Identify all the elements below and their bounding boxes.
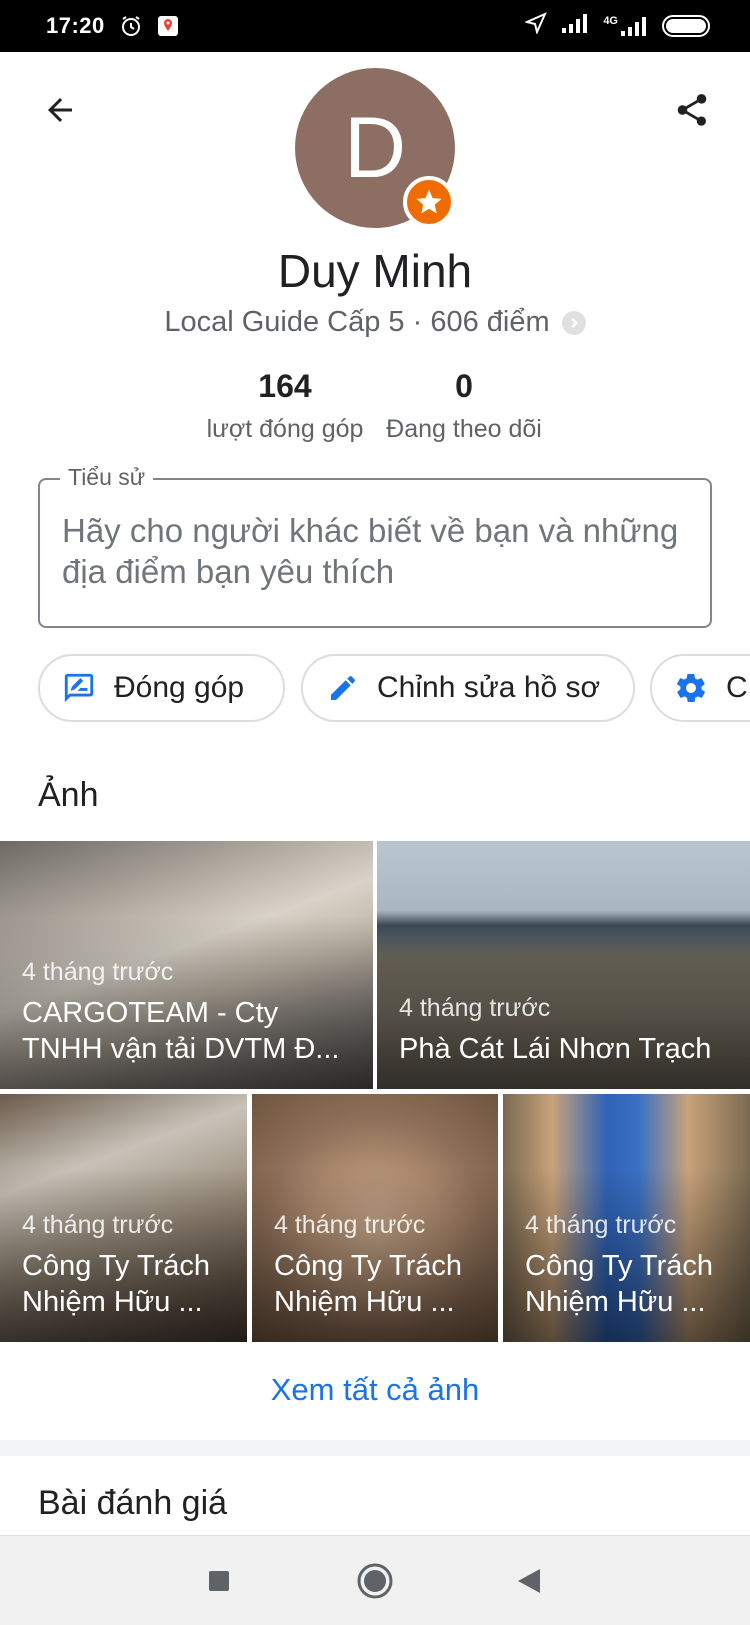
stat-value: 0 bbox=[455, 368, 473, 404]
photo-place: Công Ty Trách Nhiệm Hữu ... bbox=[22, 1250, 211, 1318]
share-icon bbox=[677, 94, 707, 126]
photo-date: 4 tháng trước bbox=[525, 1211, 677, 1239]
profile-name: Duy Minh bbox=[277, 245, 473, 297]
photo-tile[interactable]: 4 tháng trước Công Ty Trách Nhiệm Hữu ..… bbox=[252, 1094, 498, 1342]
share-button[interactable] bbox=[662, 80, 722, 140]
status-bar: 17:20 4G bbox=[0, 0, 750, 52]
edit-profile-button[interactable]: Chỉnh sửa hồ sơ bbox=[301, 654, 635, 722]
network-type: 4G bbox=[603, 15, 618, 27]
circle-icon bbox=[357, 1563, 393, 1599]
bio-placeholder: Hãy cho người khác biết về bạn và những … bbox=[62, 512, 679, 590]
photo-date: 4 tháng trước bbox=[22, 1211, 174, 1239]
settings-button[interactable]: C bbox=[650, 654, 750, 722]
maps-icon bbox=[157, 15, 179, 37]
stat-label: lượt đóng góp bbox=[206, 415, 364, 443]
photo-tile[interactable]: 4 tháng trước CARGOTEAM - Cty TNHH vận t… bbox=[0, 841, 373, 1089]
gear-icon bbox=[674, 671, 708, 705]
pencil-icon bbox=[327, 672, 359, 704]
stat-following[interactable]: 0 Đang theo dõi bbox=[380, 368, 548, 444]
level-text: Local Guide Cấp 5 · 606 điểm bbox=[164, 306, 550, 338]
battery-icon bbox=[662, 15, 710, 37]
location-arrow-icon bbox=[524, 12, 548, 40]
back-button[interactable] bbox=[30, 80, 90, 140]
photo-date: 4 tháng trước bbox=[399, 994, 551, 1022]
signal-4g-icon: 4G bbox=[603, 15, 648, 37]
photo-tile[interactable]: 4 tháng trước Công Ty Trách Nhiệm Hữu ..… bbox=[0, 1094, 247, 1342]
stat-label: Đang theo dõi bbox=[386, 415, 542, 443]
home-button[interactable] bbox=[352, 1558, 398, 1604]
edit-profile-label: Chỉnh sửa hồ sơ bbox=[377, 671, 601, 704]
recents-button[interactable] bbox=[196, 1558, 242, 1604]
avatar-letter: D bbox=[343, 99, 407, 196]
photo-tile[interactable]: 4 tháng trước Công Ty Trách Nhiệm Hữu ..… bbox=[503, 1094, 750, 1342]
photo-date: 4 tháng trước bbox=[274, 1211, 426, 1239]
triangle-back-icon bbox=[518, 1569, 540, 1593]
arrow-back-icon bbox=[48, 98, 72, 122]
system-nav-bar bbox=[0, 1535, 750, 1625]
signal-icon bbox=[561, 12, 589, 40]
settings-label: C bbox=[726, 671, 748, 704]
feedback-icon bbox=[62, 671, 96, 705]
stat-value: 164 bbox=[258, 368, 312, 404]
photo-place: CARGOTEAM - Cty TNHH vận tải DVTM Đ... bbox=[22, 997, 340, 1065]
alarm-icon bbox=[119, 14, 143, 38]
see-all-photos-link[interactable]: Xem tất cả ảnh bbox=[0, 1372, 750, 1408]
local-guide-star-icon bbox=[403, 176, 455, 228]
photo-place: Công Ty Trách Nhiệm Hữu ... bbox=[525, 1250, 714, 1318]
photo-place: Phà Cát Lái Nhơn Trạch bbox=[399, 1033, 712, 1065]
contribute-button[interactable]: Đóng góp bbox=[38, 654, 285, 722]
local-guide-level[interactable]: Local Guide Cấp 5 · 606 điểm bbox=[0, 306, 750, 339]
nav-back-button[interactable] bbox=[506, 1558, 552, 1604]
profile-stats: 164 lượt đóng góp 0 Đang theo dõi bbox=[0, 368, 750, 448]
contribute-label: Đóng góp bbox=[114, 671, 245, 704]
reviews-section-title: Bài đánh giá bbox=[38, 1484, 228, 1522]
stat-contributions[interactable]: 164 lượt đóng góp bbox=[200, 368, 370, 444]
photo-date: 4 tháng trước bbox=[22, 958, 174, 986]
photo-place: Công Ty Trách Nhiệm Hữu ... bbox=[274, 1250, 463, 1318]
status-time: 17:20 bbox=[46, 13, 105, 38]
square-icon bbox=[209, 1571, 229, 1591]
photo-tile[interactable]: 4 tháng trước Phà Cát Lái Nhơn Trạch bbox=[377, 841, 750, 1089]
chevron-right-icon bbox=[561, 310, 586, 335]
bio-field[interactable]: Tiểu sử Hãy cho người khác biết về bạn v… bbox=[38, 464, 712, 628]
section-divider bbox=[0, 1440, 750, 1456]
bio-label: Tiểu sử bbox=[60, 464, 154, 491]
photos-section-title: Ảnh bbox=[38, 776, 99, 814]
action-chips: Đóng góp Chỉnh sửa hồ sơ C bbox=[38, 654, 750, 724]
